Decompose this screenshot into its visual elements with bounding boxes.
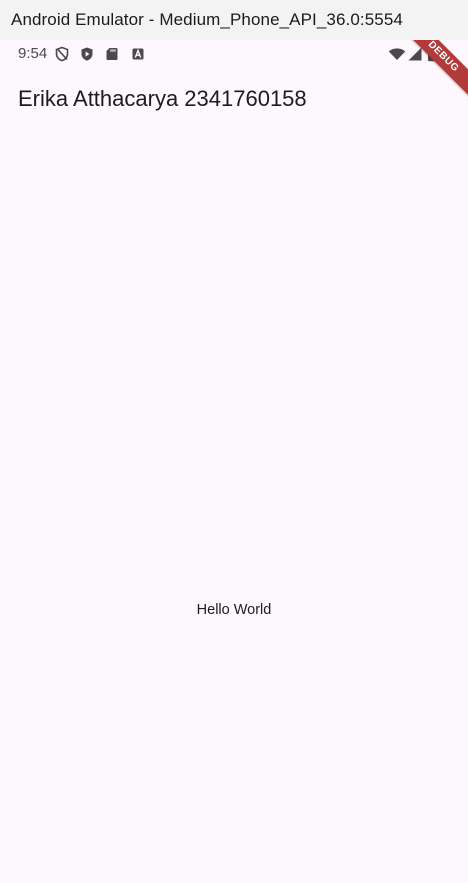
status-time: 9:54	[18, 45, 48, 62]
font-a-icon	[130, 46, 146, 62]
wifi-icon	[388, 46, 406, 62]
phone-screen[interactable]: 9:54 Erika Atthacarya 2341760158 Hello W…	[0, 40, 468, 883]
appbar-title: Erika Atthacarya 2341760158	[18, 86, 307, 111]
emulator-window: Android Emulator - Medium_Phone_API_36.0…	[0, 0, 468, 883]
shield-outline-icon	[54, 46, 70, 62]
play-protect-icon	[79, 46, 95, 62]
cellular-signal-icon	[407, 46, 423, 62]
window-titlebar[interactable]: Android Emulator - Medium_Phone_API_36.0…	[0, 0, 468, 40]
sd-card-icon	[104, 46, 120, 62]
window-title: Android Emulator - Medium_Phone_API_36.0…	[11, 10, 403, 29]
body-text: Hello World	[196, 602, 272, 618]
status-bar[interactable]: 9:54	[0, 40, 468, 68]
